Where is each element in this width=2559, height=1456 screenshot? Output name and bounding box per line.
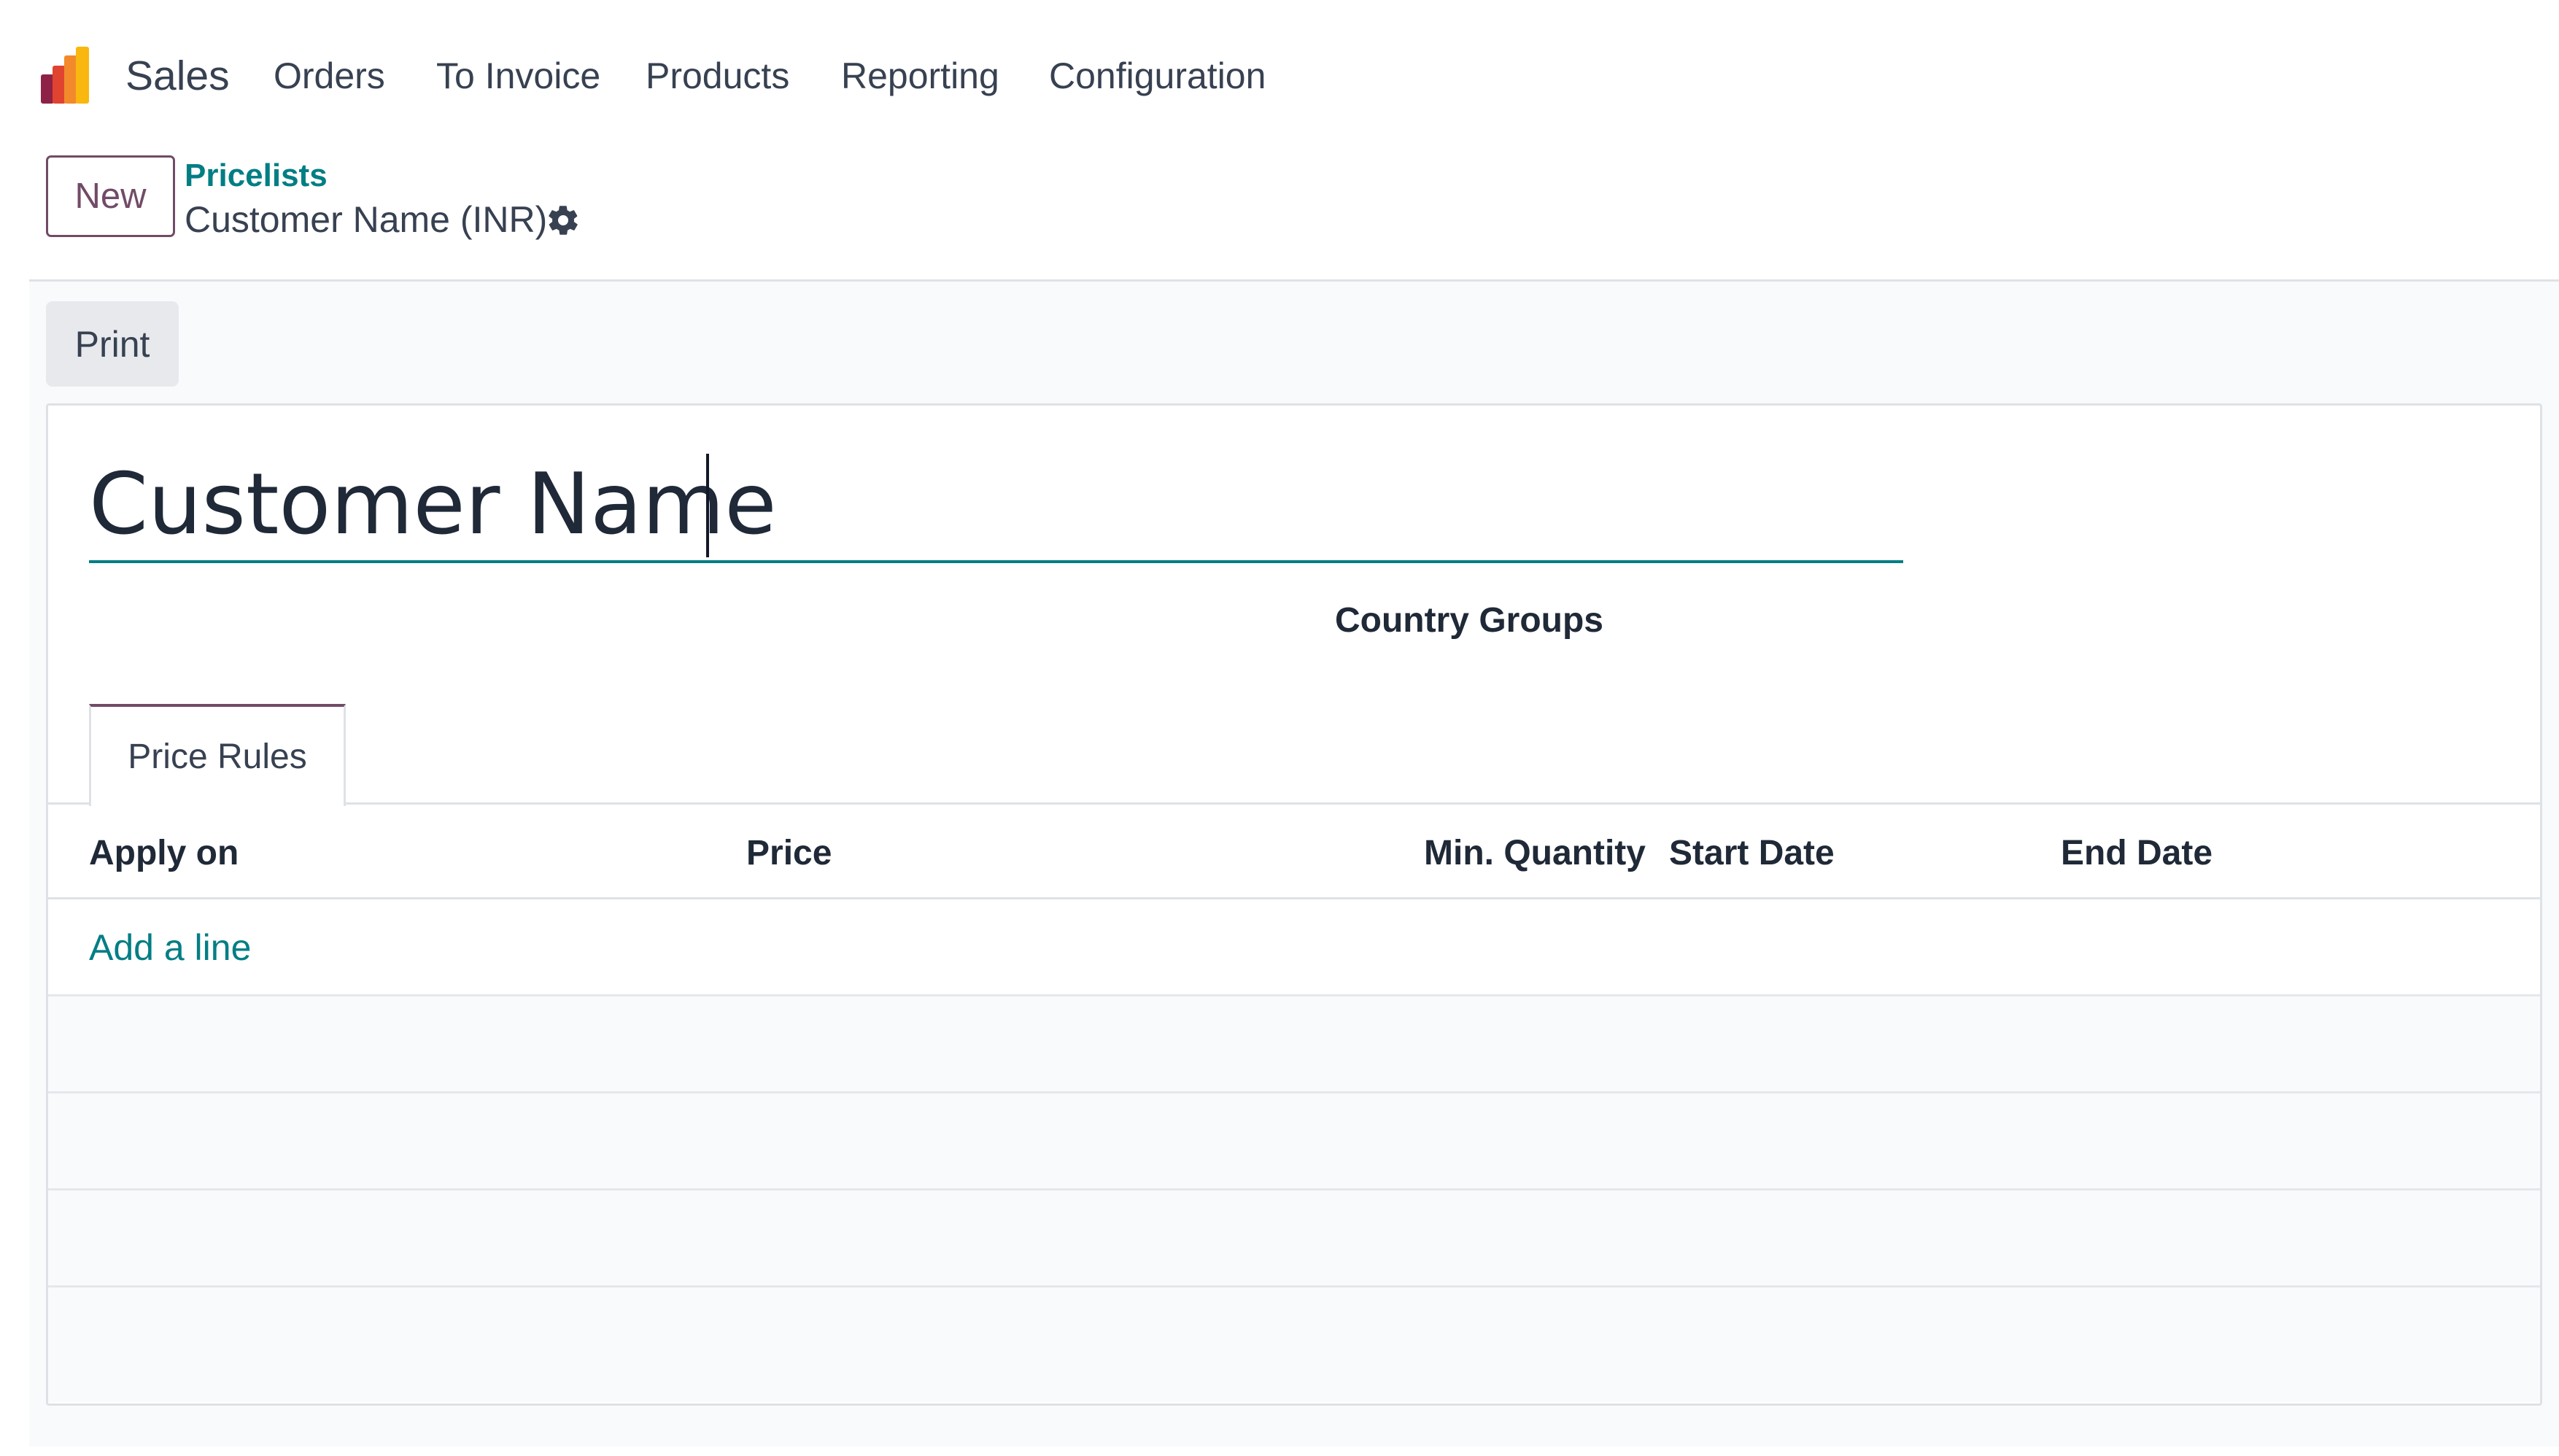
menu-orders[interactable]: Orders	[274, 51, 385, 101]
menu-products[interactable]: Products	[646, 51, 789, 101]
menu-configuration[interactable]: Configuration	[1049, 51, 1266, 101]
pricelist-name-input[interactable]	[89, 449, 1903, 563]
column-min-quantity[interactable]: Min. Quantity	[1424, 831, 1646, 876]
breadcrumb-current-record: Customer Name (INR)	[185, 199, 548, 240]
add-a-line-link[interactable]: Add a line	[89, 924, 251, 971]
empty-row	[48, 1093, 2540, 1190]
app-name[interactable]: Sales	[125, 50, 230, 102]
print-button[interactable]: Print	[46, 301, 179, 387]
sales-app-icon[interactable]	[41, 45, 101, 105]
column-start-date[interactable]: Start Date	[1669, 831, 1835, 876]
tab-price-rules[interactable]: Price Rules	[89, 704, 346, 806]
new-button[interactable]: New	[46, 155, 175, 237]
empty-row	[48, 1190, 2540, 1287]
column-apply-on[interactable]: Apply on	[89, 831, 239, 876]
menu-to-invoice[interactable]: To Invoice	[436, 51, 600, 101]
list-header: Apply on Price Min. Quantity Start Date …	[48, 805, 2540, 899]
gear-icon[interactable]	[546, 203, 581, 238]
empty-row	[48, 1287, 2540, 1402]
breadcrumb-pricelists[interactable]: Pricelists	[185, 155, 328, 197]
text-caret	[706, 454, 709, 557]
add-line-row: Add a line	[48, 899, 2540, 996]
column-end-date[interactable]: End Date	[2061, 831, 2212, 876]
menu-reporting[interactable]: Reporting	[841, 51, 999, 101]
column-price[interactable]: Price	[746, 831, 832, 876]
empty-row	[48, 996, 2540, 1093]
country-groups-label: Country Groups	[1335, 601, 1603, 640]
main-navbar: Sales Orders To Invoice Products Reporti…	[0, 0, 2559, 146]
